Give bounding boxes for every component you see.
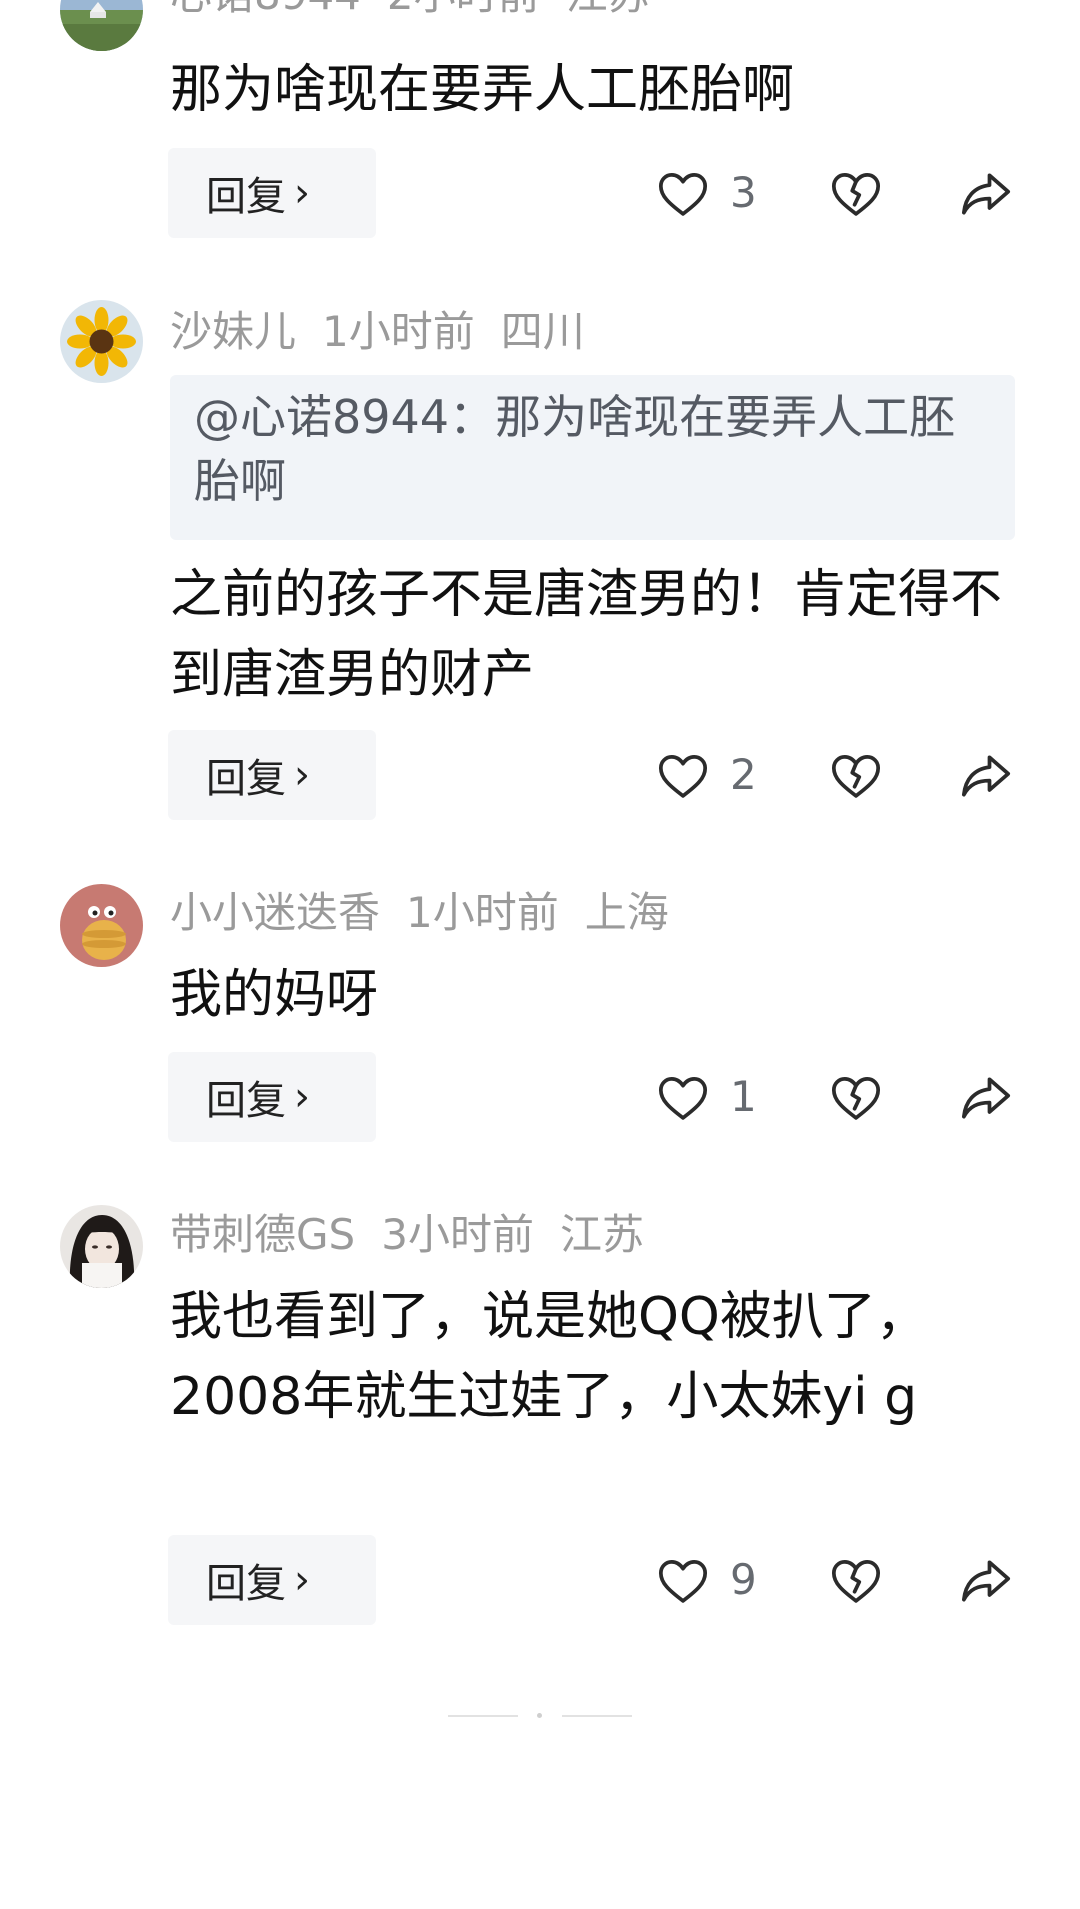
location: 江苏 xyxy=(566,0,650,19)
comment-meta: 小小迷迭香 1小时前 上海 xyxy=(170,888,695,938)
share-arrow-icon[interactable] xyxy=(958,750,1014,802)
avatar-cartoon-image xyxy=(60,884,143,967)
quoted-comment[interactable]: @心诺8944：那为啥现在要弄人工胚胎啊 xyxy=(170,375,1015,540)
broken-heart-icon[interactable] xyxy=(828,1553,884,1609)
reply-button[interactable]: 回复 › xyxy=(168,1535,376,1625)
reply-button[interactable]: 回复 › xyxy=(168,1052,376,1142)
end-of-list-divider xyxy=(0,1712,1080,1720)
comment-text: 那为啥现在要弄人工胚胎啊 xyxy=(170,60,795,120)
location: 四川 xyxy=(500,307,585,356)
broken-heart-icon[interactable] xyxy=(828,166,884,222)
reply-label: 回复 xyxy=(206,1561,286,1607)
reply-label: 回复 xyxy=(206,756,286,802)
share-arrow-icon[interactable] xyxy=(958,168,1014,220)
avatar-portrait-image xyxy=(60,1205,143,1288)
comment-actions: 回复 › 9 xyxy=(0,1535,1080,1625)
heart-outline-icon[interactable] xyxy=(655,166,711,222)
comment-actions: 回复 › 3 xyxy=(0,148,1080,238)
username[interactable]: 沙妹儿 xyxy=(170,307,296,356)
timestamp: 1小时前 xyxy=(406,888,559,937)
reply-button[interactable]: 回复 › xyxy=(168,730,376,820)
timestamp: 2小时前 xyxy=(387,0,540,19)
comment-text: 我也看到了，说是她QQ被扒了，2008年就生过娃了，小太妹yi g xyxy=(170,1287,928,1427)
avatar-landscape-image xyxy=(60,0,143,51)
username[interactable]: 心诺8944 xyxy=(170,0,361,19)
comment-text: 我的妈呀 xyxy=(170,965,379,1025)
share-arrow-icon[interactable] xyxy=(958,1555,1014,1607)
heart-outline-icon[interactable] xyxy=(655,1070,711,1126)
reply-label: 回复 xyxy=(206,174,286,220)
chevron-right-icon: › xyxy=(294,170,310,216)
divider-line-right xyxy=(562,1715,632,1717)
reply-button[interactable]: 回复 › xyxy=(168,148,376,238)
username[interactable]: 小小迷迭香 xyxy=(170,888,380,937)
chevron-right-icon: › xyxy=(294,1074,310,1120)
divider-line-left xyxy=(448,1715,518,1717)
reply-label: 回复 xyxy=(206,1078,286,1124)
chevron-right-icon: › xyxy=(294,1557,310,1603)
comment-meta: 沙妹儿 1小时前 四川 xyxy=(170,307,611,357)
avatar[interactable] xyxy=(60,884,143,967)
chevron-right-icon: › xyxy=(294,752,310,798)
avatar[interactable] xyxy=(60,300,143,383)
timestamp: 1小时前 xyxy=(322,307,475,356)
comment-meta: 带刺德GS 3小时前 江苏 xyxy=(170,1210,670,1260)
location: 江苏 xyxy=(559,1210,644,1259)
comment-text: 之前的孩子不是唐渣男的！肯定得不到唐渣男的财产 xyxy=(170,565,1003,705)
divider-dot xyxy=(537,1713,542,1718)
heart-outline-icon[interactable] xyxy=(655,748,711,804)
like-count: 3 xyxy=(730,168,757,217)
location: 上海 xyxy=(584,888,669,937)
broken-heart-icon[interactable] xyxy=(828,748,884,804)
timestamp: 3小时前 xyxy=(381,1210,534,1259)
like-count: 1 xyxy=(730,1072,757,1121)
like-count: 2 xyxy=(730,750,757,799)
username[interactable]: 带刺德GS xyxy=(170,1210,355,1259)
avatar-sunflower-image xyxy=(60,300,143,383)
comment-actions: 回复 › 1 xyxy=(0,1052,1080,1142)
broken-heart-icon[interactable] xyxy=(828,1070,884,1126)
share-arrow-icon[interactable] xyxy=(958,1072,1014,1124)
avatar[interactable] xyxy=(60,0,143,51)
heart-outline-icon[interactable] xyxy=(655,1553,711,1609)
avatar[interactable] xyxy=(60,1205,143,1288)
comment-meta: 心诺8944 2小时前 江苏 xyxy=(170,0,676,20)
like-count: 9 xyxy=(730,1555,757,1604)
comment-actions: 回复 › 2 xyxy=(0,730,1080,820)
